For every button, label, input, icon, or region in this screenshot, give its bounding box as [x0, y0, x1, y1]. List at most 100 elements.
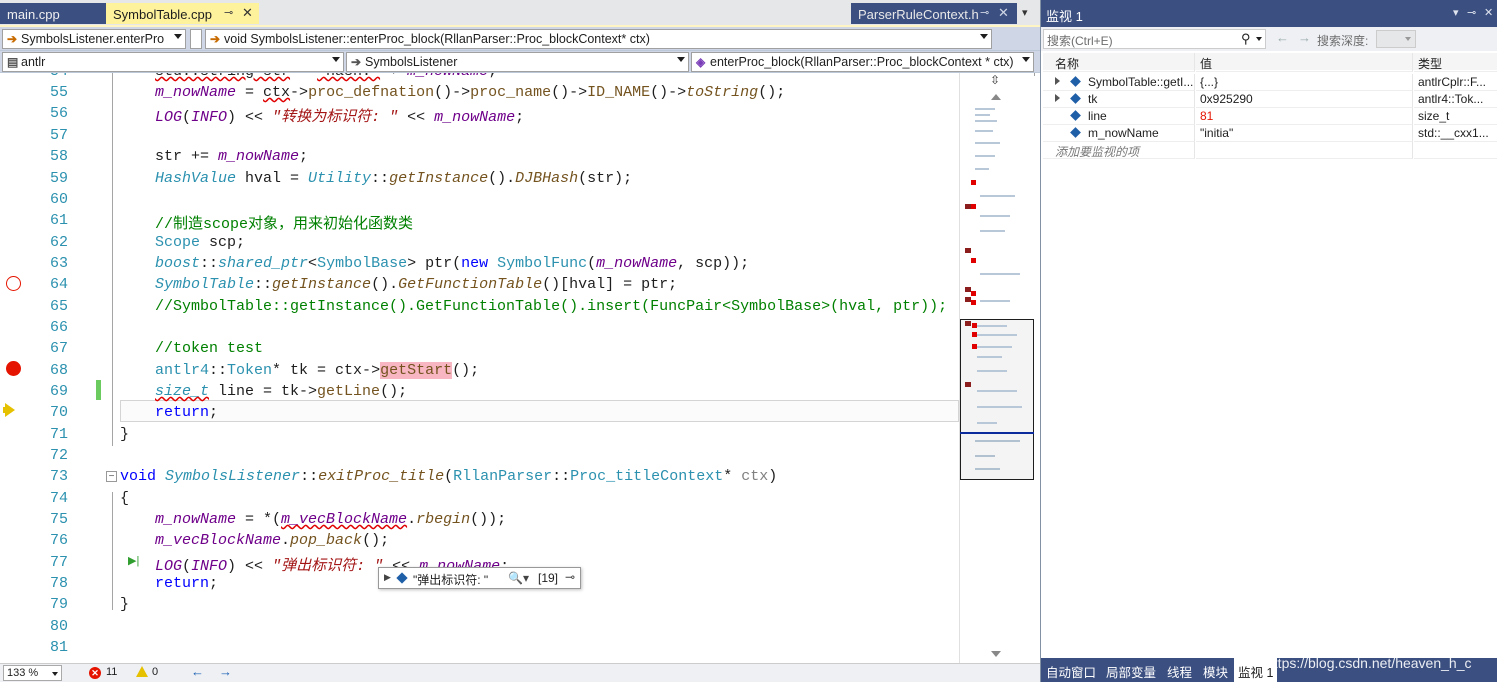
split-window-icon[interactable]: ⇳: [990, 73, 1000, 87]
expand-icon[interactable]: ▶: [384, 572, 391, 583]
tab-label: SymbolTable.cpp: [113, 7, 212, 22]
current-line-highlight: [120, 400, 959, 422]
pin-icon[interactable]: ⊸: [565, 570, 575, 584]
sync-toggle[interactable]: [190, 29, 202, 49]
object-icon: [1070, 76, 1081, 87]
close-icon[interactable]: ✕: [1484, 6, 1493, 19]
code-line-75: m_nowName = *(m_vecBlockName.rbegin());: [155, 511, 507, 528]
tab-main-cpp[interactable]: main.cpp: [0, 3, 106, 24]
code-line-56: LOG(INFO) << "转换为标识符: " << m_nowName;: [155, 109, 525, 126]
visualizer-search-icon[interactable]: 🔍▾: [508, 571, 529, 585]
column-header-name[interactable]: 名称: [1043, 53, 1195, 72]
search-depth-label: 搜索深度:: [1317, 34, 1369, 48]
tab-overflow-icon[interactable]: ▾: [1022, 6, 1028, 19]
warning-icon[interactable]: [136, 666, 148, 677]
add-watch-row[interactable]: 添加要监视的项: [1043, 142, 1497, 159]
minimap-viewport[interactable]: [960, 319, 1034, 480]
minimap-text: [975, 155, 995, 157]
tab-parserrulecontext-h[interactable]: ParserRuleContext.h ⊸ ✕: [851, 3, 1017, 24]
minimap-caret-line: [960, 432, 1034, 434]
collapse-icon[interactable]: −: [106, 471, 117, 482]
object-icon: [1070, 127, 1081, 138]
navigate-forward-icon[interactable]: →: [219, 664, 232, 679]
code-line-61: //制造scope对象，用来初始化函数类: [155, 216, 414, 233]
breakpoint-icon[interactable]: [6, 361, 21, 376]
scope-guide: [112, 73, 113, 446]
search-back-icon[interactable]: ←: [1276, 30, 1289, 45]
data-tip-value[interactable]: "弹出标识符: ": [413, 571, 488, 588]
search-icon[interactable]: ⚲: [1241, 31, 1251, 47]
project-icon: ▤: [7, 55, 19, 69]
search-depth-dropdown[interactable]: [1376, 30, 1416, 48]
editor-pane: main.cpp SymbolTable.cpp ⊸ ✕ ParserRuleC…: [0, 0, 1040, 682]
zoom-dropdown[interactable]: 133 %: [3, 665, 62, 681]
minimap-text: [977, 390, 1017, 392]
tab-label: main.cpp: [7, 7, 60, 22]
minimap-text: [977, 422, 997, 424]
watch-search-input[interactable]: 搜索(Ctrl+E) ⚲: [1043, 29, 1266, 49]
watch-row[interactable]: tk 0x925290 antlr4::Tok...: [1043, 91, 1497, 108]
minimap-text: [980, 273, 1020, 275]
line-number: 75: [49, 511, 68, 528]
current-statement-arrow-icon[interactable]: [3, 403, 15, 417]
line-number: 76: [49, 532, 68, 549]
line-gutter[interactable]: 54 55 56 57 58 59 60 61 62 63 64 65 66 6…: [0, 73, 139, 663]
disabled-breakpoint-icon[interactable]: [6, 276, 21, 291]
minimap-text: [980, 195, 1015, 197]
class-icon: ➔: [351, 55, 362, 69]
pin-icon[interactable]: ⊸: [1467, 6, 1476, 19]
chevron-down-icon[interactable]: [1256, 37, 1262, 41]
pin-icon[interactable]: ⊸: [980, 6, 989, 19]
scope-dropdown[interactable]: ➔ SymbolsListener.enterPro: [2, 29, 186, 49]
code-line-78: return;: [155, 575, 219, 592]
data-tip[interactable]: ▶ "弹出标识符: " 🔍▾ [19] ⊸: [378, 567, 581, 589]
column-header-value[interactable]: 值: [1196, 53, 1413, 72]
error-icon[interactable]: ✕: [89, 667, 101, 679]
line-number: 73: [49, 468, 68, 485]
watch-row[interactable]: m_nowName "initia" std::__cxx1...: [1043, 125, 1497, 142]
project-dropdown[interactable]: ▤ antlr: [2, 52, 344, 72]
function-dropdown[interactable]: ➔ void SymbolsListener::enterProc_block(R…: [205, 29, 992, 49]
column-header-type[interactable]: 类型: [1414, 53, 1497, 72]
error-count[interactable]: 11: [106, 666, 117, 678]
window-position-icon[interactable]: ▾: [1453, 6, 1459, 19]
scope-guide: [112, 492, 113, 610]
run-to-click-icon[interactable]: ▶|: [128, 554, 139, 567]
tab-threads[interactable]: 线程: [1167, 662, 1192, 681]
close-icon[interactable]: ✕: [998, 5, 1009, 21]
object-icon: [1070, 93, 1081, 104]
code-line-65: //SymbolTable::getInstance().GetFunction…: [155, 298, 948, 315]
watch-row[interactable]: line 81 size_t: [1043, 108, 1497, 125]
class-dropdown[interactable]: ➔ SymbolsListener: [346, 52, 689, 72]
tab-autos[interactable]: 自动窗口: [1046, 662, 1096, 681]
minimap-breakpoint-marker: [965, 382, 971, 387]
line-number: 63: [49, 255, 68, 272]
watch-row[interactable]: SymbolTable::getI... {...} antlrCplr::F.…: [1043, 74, 1497, 91]
member-dropdown[interactable]: ◈ enterProc_block(RllanParser::Proc_block…: [691, 52, 1034, 72]
ide-window: main.cpp SymbolTable.cpp ⊸ ✕ ParserRuleC…: [0, 0, 1497, 682]
scroll-down-icon[interactable]: [991, 651, 1001, 657]
warning-count[interactable]: 0: [152, 666, 158, 678]
tab-symboltable-cpp[interactable]: SymbolTable.cpp ⊸ ✕: [106, 3, 259, 24]
minimap-text: [980, 215, 1010, 217]
expand-icon[interactable]: [1055, 77, 1060, 85]
line-number: 67: [49, 340, 68, 357]
line-number: 56: [49, 105, 68, 122]
line-number: 74: [49, 490, 68, 507]
pin-icon[interactable]: ⊸: [224, 6, 233, 19]
minimap-text: [977, 356, 1002, 358]
field-icon: [396, 572, 408, 584]
close-icon[interactable]: ✕: [242, 5, 253, 21]
tab-locals[interactable]: 局部变量: [1106, 662, 1156, 681]
search-forward-icon[interactable]: →: [1298, 30, 1311, 45]
code-line-63: boost::shared_ptr<SymbolBase> ptr(new Sy…: [155, 255, 750, 272]
data-tip-count: [19]: [538, 571, 559, 585]
chevron-down-icon: [332, 57, 340, 62]
scroll-up-icon[interactable]: [991, 94, 1001, 100]
tab-modules[interactable]: 模块: [1203, 662, 1228, 681]
arrow-right-icon: ➔: [7, 32, 18, 46]
panel-title: 监视 1: [1046, 9, 1083, 24]
navigate-back-icon[interactable]: ←: [191, 664, 204, 679]
expand-icon[interactable]: [1055, 94, 1060, 102]
minimap-error-marker: [971, 204, 976, 209]
